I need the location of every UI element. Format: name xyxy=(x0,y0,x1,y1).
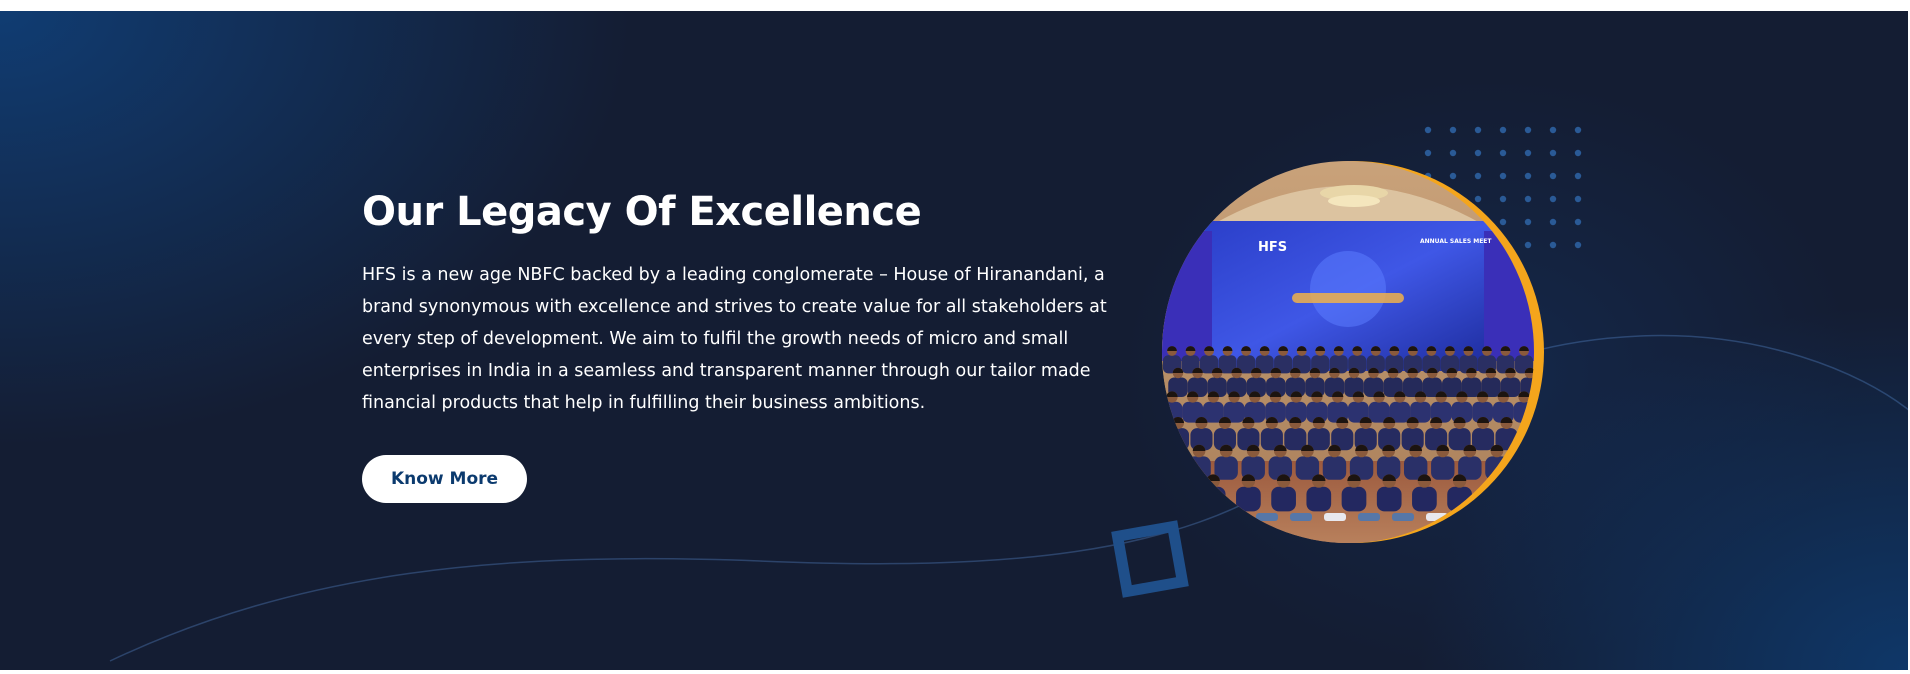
crowd-person-body xyxy=(1306,486,1332,512)
crowd-front-legs xyxy=(1324,513,1346,521)
decor-dot xyxy=(1574,172,1582,180)
crowd-front-legs xyxy=(1222,513,1244,521)
crowd-person-body xyxy=(1472,428,1495,451)
decor-dot xyxy=(1574,149,1582,157)
crowd-person-hair xyxy=(1165,444,1179,451)
crowd-person-hair xyxy=(1523,474,1534,481)
decor-dot xyxy=(1549,218,1557,226)
crowd-person-body xyxy=(1341,486,1367,512)
decor-dot xyxy=(1449,149,1457,157)
crowd-front-legs xyxy=(1358,513,1380,521)
crowd-front-legs xyxy=(1256,513,1278,521)
decor-dot xyxy=(1574,126,1582,134)
crowd-person-body xyxy=(1512,456,1534,480)
crowd-person-head xyxy=(1523,474,1534,488)
decor-dot xyxy=(1549,172,1557,180)
crowd-person-head xyxy=(1165,444,1179,458)
decor-dot xyxy=(1449,126,1457,134)
legacy-section: Our Legacy Of Excellence HFS is a new ag… xyxy=(0,11,1908,670)
decor-dot xyxy=(1499,149,1507,157)
team-photo: HFS ANNUAL SALES MEET xyxy=(1162,161,1534,543)
crowd-person-head xyxy=(1517,444,1531,458)
crowd-person-hair xyxy=(1517,444,1531,451)
crowd-person-body xyxy=(1517,486,1534,512)
know-more-button[interactable]: Know More xyxy=(362,455,527,503)
crowd-person-body xyxy=(1412,486,1437,512)
crowd-person-body xyxy=(1236,486,1261,512)
decor-dot xyxy=(1424,126,1432,134)
decor-dot xyxy=(1574,241,1582,249)
decor-dot xyxy=(1549,195,1557,203)
page: Our Legacy Of Excellence HFS is a new ag… xyxy=(0,0,1910,674)
crowd-front-legs xyxy=(1460,513,1482,521)
crowd-person-body xyxy=(1214,456,1238,480)
crowd-person-body xyxy=(1166,428,1190,451)
decor-dot xyxy=(1524,126,1532,134)
decor-dot xyxy=(1549,126,1557,134)
team-photo-container: HFS ANNUAL SALES MEET xyxy=(1162,161,1544,543)
decor-dot xyxy=(1549,149,1557,157)
crowd-front-legs xyxy=(1392,513,1414,521)
decor-dot xyxy=(1499,126,1507,134)
decor-dot xyxy=(1474,126,1482,134)
stage-banner-event: ANNUAL SALES MEET xyxy=(1420,238,1492,245)
stage-banner-brand: HFS xyxy=(1258,240,1287,255)
crowd-person-hair xyxy=(1171,474,1185,481)
decor-dot xyxy=(1574,195,1582,203)
decor-dot xyxy=(1574,218,1582,226)
decor-dot xyxy=(1524,149,1532,157)
decor-dot xyxy=(1474,149,1482,157)
crowd-person-body xyxy=(1200,486,1226,512)
crowd-person-head xyxy=(1171,474,1185,488)
section-description: HFS is a new age NBFC backed by a leadin… xyxy=(362,265,1107,413)
crowd-person-body xyxy=(1322,456,1347,480)
crowd-person-body xyxy=(1165,486,1191,512)
section-title: Our Legacy Of Excellence xyxy=(362,189,922,235)
crowd-person-body xyxy=(1482,486,1508,512)
crowd-person-body xyxy=(1162,456,1184,480)
decor-dot xyxy=(1549,241,1557,249)
crowd-front-legs xyxy=(1290,513,1312,521)
crowd-person-body xyxy=(1187,456,1211,480)
decor-dot xyxy=(1424,149,1432,157)
legacy-text-block: Our Legacy Of Excellence HFS is a new ag… xyxy=(362,183,1142,419)
crowd-person-body xyxy=(1271,486,1296,512)
crowd-person-body xyxy=(1431,456,1455,480)
crowd-person-body xyxy=(1376,486,1402,512)
